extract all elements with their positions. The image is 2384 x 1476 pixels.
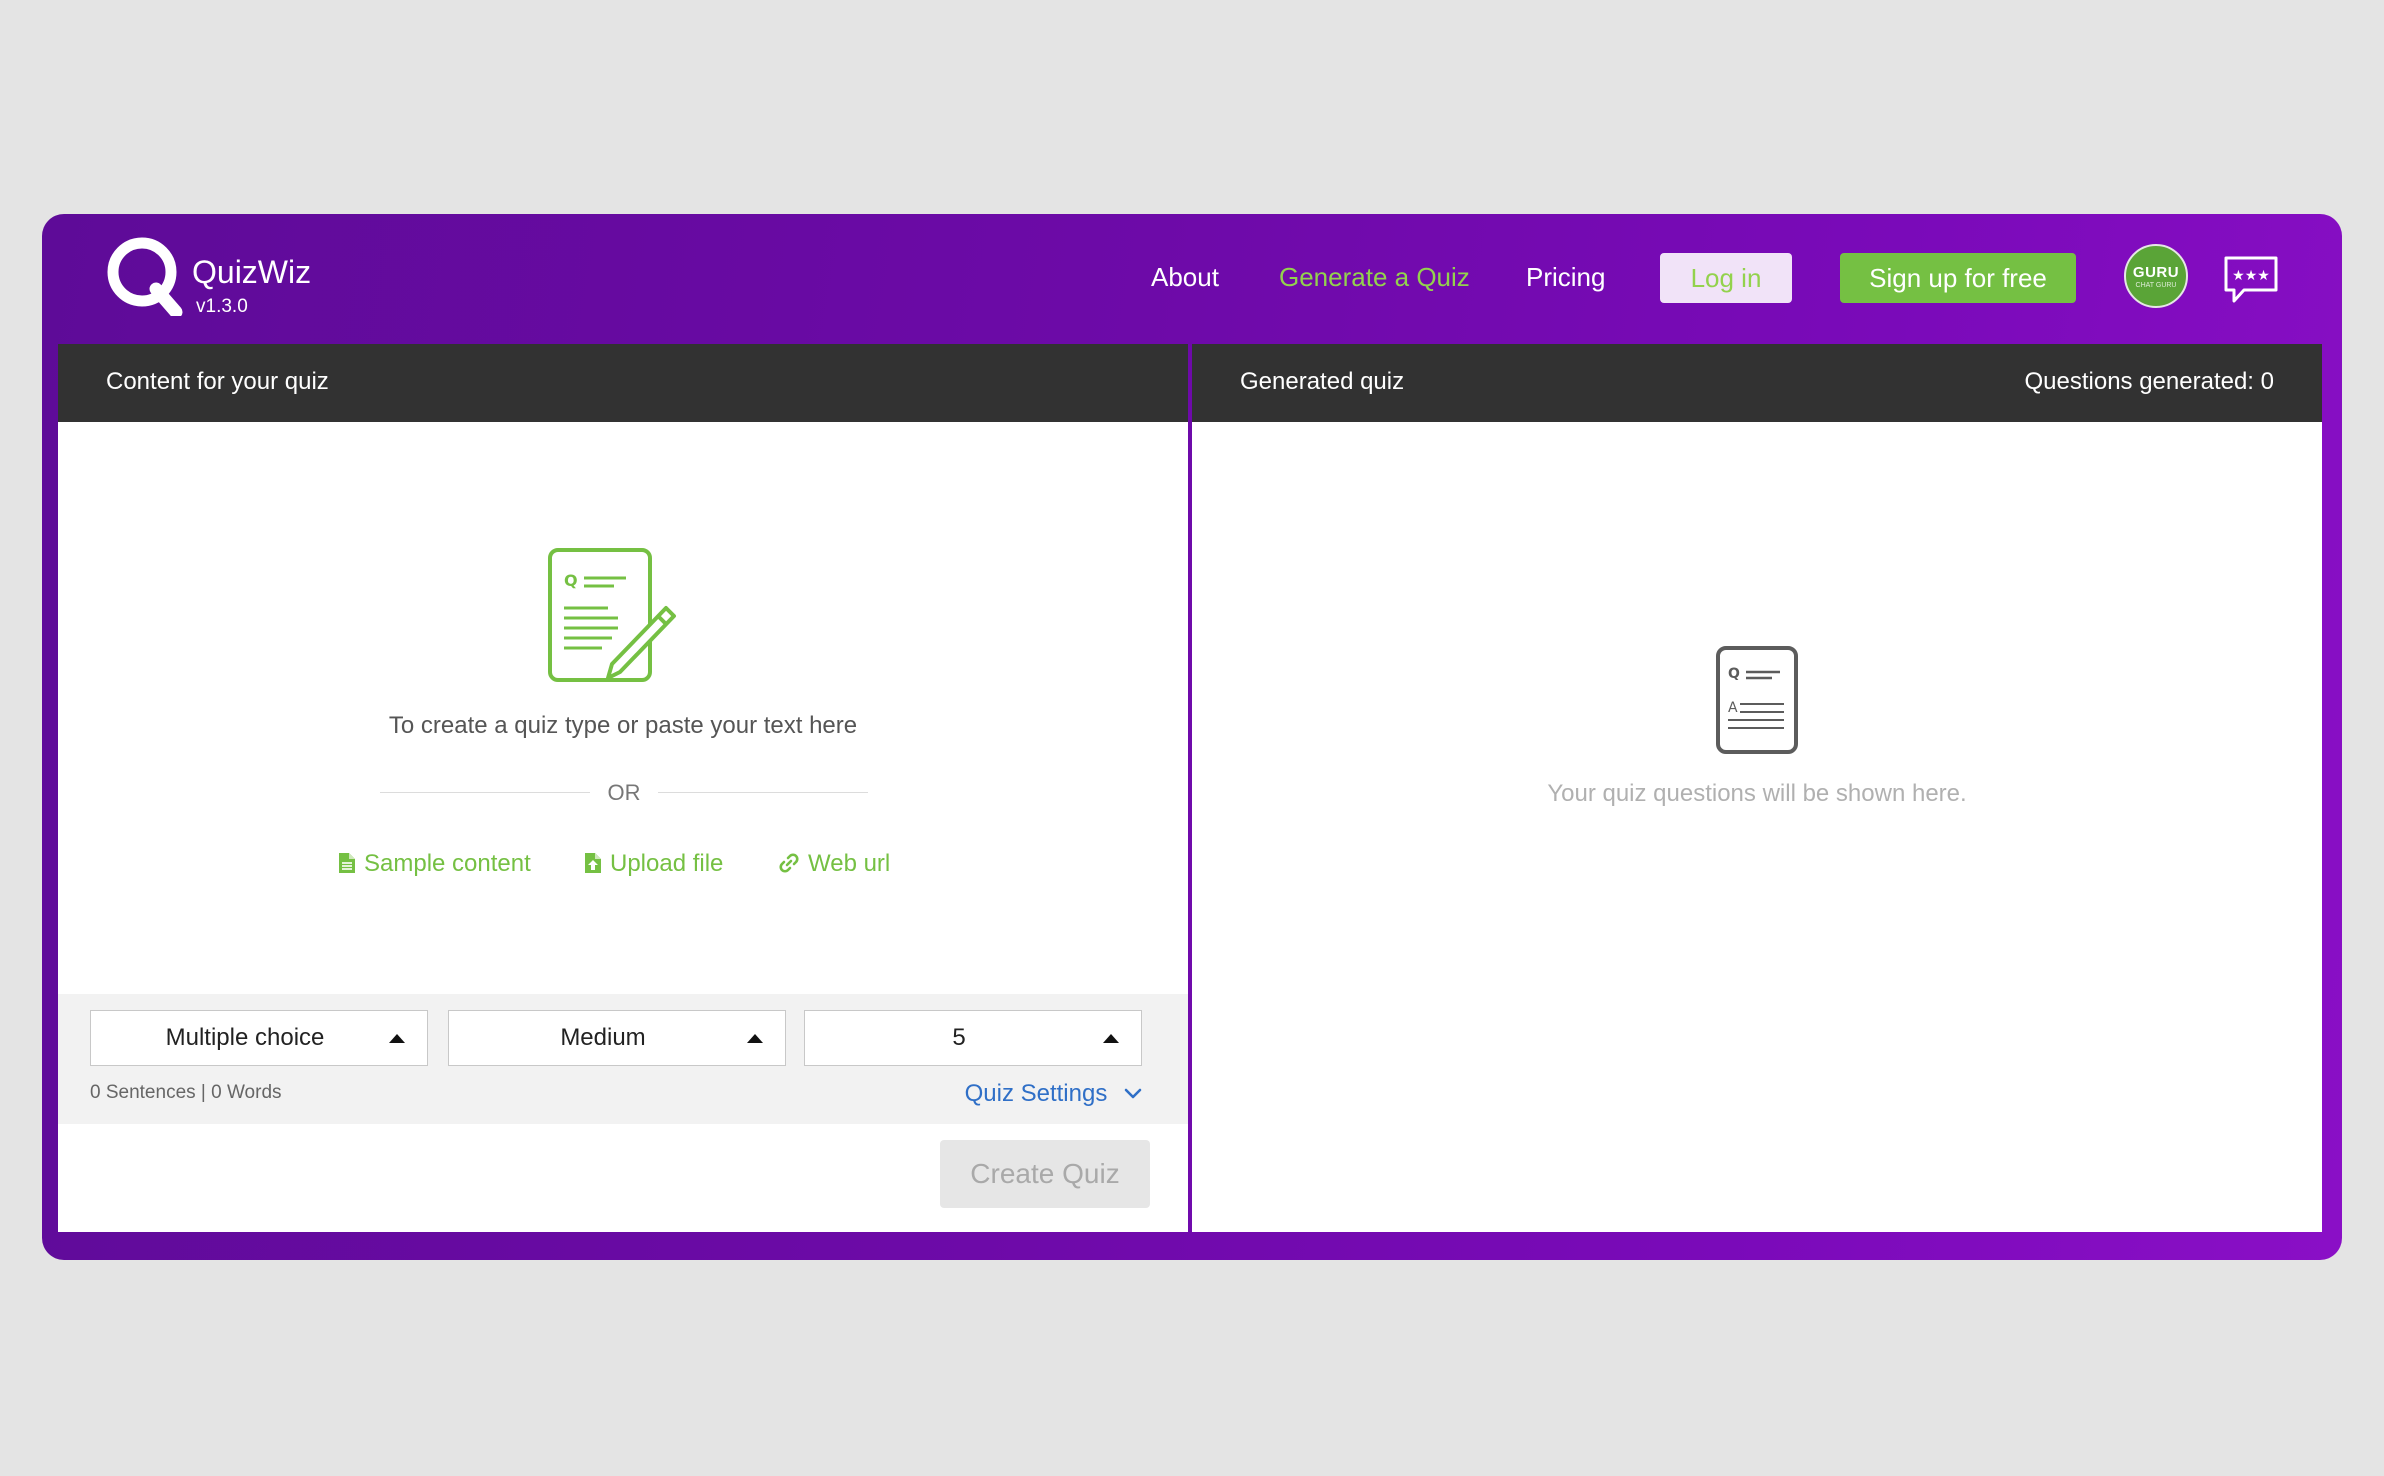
questions-generated-count: Questions generated: 0: [2024, 368, 2274, 395]
content-input-prompt[interactable]: To create a quiz type or paste your text…: [58, 712, 1188, 740]
svg-text:★★★: ★★★: [2232, 268, 2270, 284]
nav-generate-quiz[interactable]: Generate a Quiz: [1279, 262, 1470, 293]
question-type-select[interactable]: Multiple choice: [90, 1010, 428, 1066]
svg-text:Q: Q: [564, 571, 578, 590]
sample-content-link[interactable]: Sample content: [338, 850, 531, 878]
caret-up-icon: [747, 1034, 763, 1043]
quiz-placeholder-text: Your quiz questions will be shown here.: [1547, 780, 1967, 807]
app-name: QuizWiz: [192, 254, 312, 290]
document-edit-icon: Q: [548, 548, 676, 682]
create-quiz-button[interactable]: Create Quiz: [940, 1140, 1150, 1208]
quiz-settings-toggle[interactable]: Quiz Settings: [965, 1080, 1142, 1108]
content-panel: Content for your quiz Q To create a quiz…: [58, 344, 1188, 1232]
content-panel-header: Content for your quiz: [58, 344, 1188, 422]
avatar-subtext: CHAT GURU: [2135, 282, 2177, 289]
difficulty-select[interactable]: Medium: [448, 1010, 786, 1066]
chevron-down-icon: [1124, 1088, 1142, 1099]
generated-quiz-title: Generated quiz: [1240, 368, 1405, 395]
logo[interactable]: QuizWiz v1.3.0: [104, 234, 364, 324]
app-window: QuizWiz v1.3.0 About Generate a Quiz Pri…: [42, 214, 2342, 1260]
web-url-link[interactable]: Web url: [778, 850, 890, 878]
svg-text:Q: Q: [1728, 666, 1740, 682]
avatar-text: GURU: [2132, 264, 2180, 281]
upload-file-link[interactable]: Upload file: [584, 850, 723, 878]
file-upload-icon: [585, 853, 601, 873]
or-divider: OR: [380, 778, 868, 808]
or-text: OR: [607, 780, 641, 805]
quiz-document-icon: Q A: [1716, 646, 1798, 754]
difficulty-value: Medium: [560, 1024, 646, 1051]
generated-quiz-panel: Generated quiz Questions generated: 0 Q …: [1192, 344, 2322, 1232]
quiz-options-bar: Multiple choice Medium 5 0 Sentences | 0…: [58, 994, 1188, 1124]
caret-up-icon: [389, 1034, 405, 1043]
nav-pricing[interactable]: Pricing: [1526, 262, 1605, 293]
content-panel-title: Content for your quiz: [106, 368, 329, 395]
nav-about[interactable]: About: [1151, 262, 1219, 293]
link-icon: [779, 853, 799, 873]
quizwiz-logo-icon: [107, 237, 183, 316]
web-url-label: Web url: [808, 850, 891, 877]
question-type-value: Multiple choice: [165, 1024, 325, 1051]
quiz-settings-label: Quiz Settings: [964, 1080, 1108, 1107]
chat-bubble-icon[interactable]: ★★★: [2222, 254, 2280, 306]
svg-text:A: A: [1728, 700, 1738, 716]
file-text-icon: [339, 853, 355, 873]
caret-up-icon: [1103, 1034, 1119, 1043]
question-count-select[interactable]: 5: [804, 1010, 1142, 1066]
signup-button[interactable]: Sign up for free: [1840, 253, 2076, 303]
sample-content-label: Sample content: [364, 850, 531, 877]
sentence-word-count: 0 Sentences | 0 Words: [90, 1082, 282, 1103]
guru-avatar[interactable]: GURU CHAT GURU: [2124, 244, 2188, 308]
app-version: v1.3.0: [196, 296, 248, 317]
generated-quiz-header: Generated quiz Questions generated: 0: [1192, 344, 2322, 422]
upload-file-label: Upload file: [610, 850, 724, 877]
login-button[interactable]: Log in: [1660, 253, 1792, 303]
question-count-value: 5: [952, 1024, 966, 1051]
